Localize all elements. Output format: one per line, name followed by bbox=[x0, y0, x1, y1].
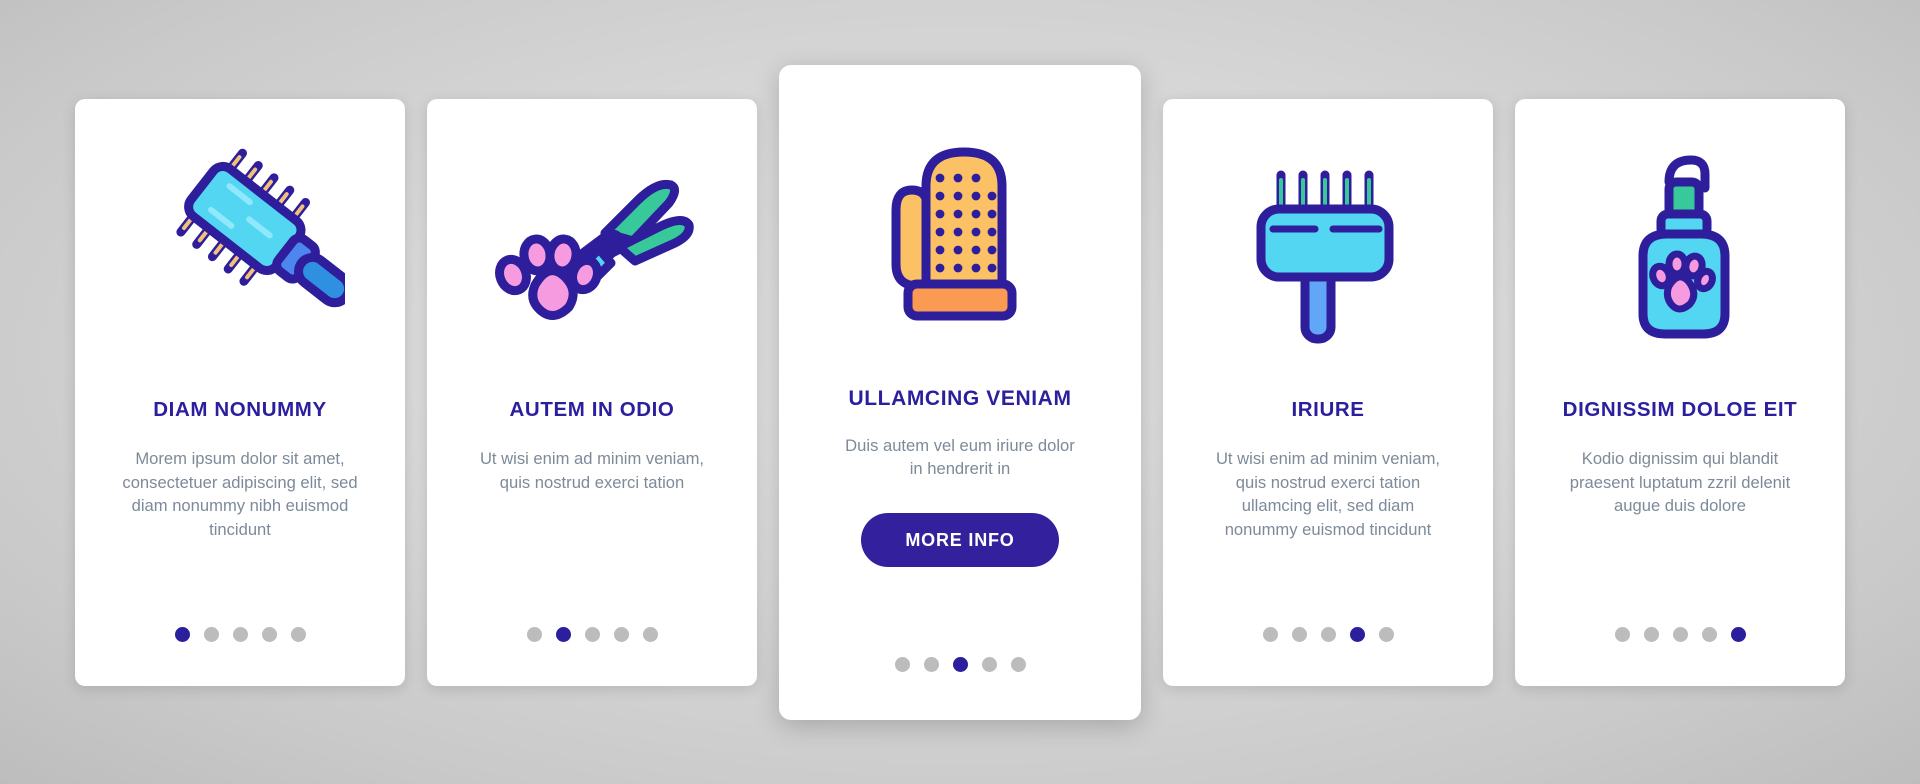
card-title: ULLAMCING VENIAM bbox=[848, 386, 1072, 410]
onboarding-card-4: IRIURE Ut wisi enim ad minim veniam, qui… bbox=[1163, 98, 1493, 686]
pet-shampoo-bottle-icon bbox=[1515, 99, 1845, 399]
pagination-dot-2[interactable] bbox=[923, 656, 939, 672]
pagination-dots bbox=[1163, 626, 1493, 642]
pagination-dot-5[interactable] bbox=[1378, 626, 1394, 642]
pagination-dot-5[interactable] bbox=[1010, 656, 1026, 672]
onboarding-card-3: ULLAMCING VENIAM Duis autem vel eum iriu… bbox=[779, 64, 1141, 720]
pagination-dot-3[interactable] bbox=[1320, 626, 1336, 642]
pagination-dot-4[interactable] bbox=[261, 626, 277, 642]
onboarding-card-row: DIAM NONUMMY Morem ipsum dolor sit amet,… bbox=[0, 0, 1920, 784]
onboarding-card-1: DIAM NONUMMY Morem ipsum dolor sit amet,… bbox=[75, 98, 405, 686]
onboarding-card-2: AUTEM IN ODIO Ut wisi enim ad minim veni… bbox=[427, 98, 757, 686]
pagination-dot-1[interactable] bbox=[1262, 626, 1278, 642]
pagination-dot-3[interactable] bbox=[1672, 626, 1688, 642]
pagination-dot-2[interactable] bbox=[1291, 626, 1307, 642]
pagination-dot-2[interactable] bbox=[555, 626, 571, 642]
pagination-dots bbox=[75, 626, 405, 642]
pagination-dot-5[interactable] bbox=[642, 626, 658, 642]
pagination-dot-5[interactable] bbox=[1730, 626, 1746, 642]
pet-rake-comb-icon bbox=[1163, 99, 1493, 399]
card-body: Ut wisi enim ad minim veniam, quis nostr… bbox=[1215, 449, 1441, 540]
pagination-dot-4[interactable] bbox=[1701, 626, 1717, 642]
pet-slicker-brush-icon bbox=[75, 99, 405, 399]
card-title: IRIURE bbox=[1291, 397, 1365, 421]
card-body: Duis autem vel eum iriure dolor in hendr… bbox=[845, 435, 1075, 479]
card-body: Morem ipsum dolor sit amet, consectetuer… bbox=[122, 449, 358, 540]
more-info-button[interactable]: MORE INFO bbox=[861, 513, 1059, 568]
pagination-dot-1[interactable] bbox=[526, 626, 542, 642]
pagination-dot-1[interactable] bbox=[894, 656, 910, 672]
card-title: AUTEM IN ODIO bbox=[509, 397, 675, 421]
pagination-dot-4[interactable] bbox=[981, 656, 997, 672]
pagination-dot-1[interactable] bbox=[1614, 626, 1630, 642]
pagination-dot-4[interactable] bbox=[613, 626, 629, 642]
nail-clipper-paw-icon bbox=[427, 99, 757, 399]
card-body: Kodio dignissim qui blandit praesent lup… bbox=[1569, 449, 1791, 516]
onboarding-card-5: DIGNISSIM DOLOE EIT Kodio dignissim qui … bbox=[1515, 98, 1845, 686]
pagination-dot-5[interactable] bbox=[290, 626, 306, 642]
grooming-glove-icon bbox=[779, 65, 1141, 387]
pagination-dots bbox=[1515, 626, 1845, 642]
pagination-dots bbox=[427, 626, 757, 642]
pagination-dot-2[interactable] bbox=[1643, 626, 1659, 642]
pagination-dot-3[interactable] bbox=[232, 626, 248, 642]
card-title: DIAM NONUMMY bbox=[153, 397, 327, 421]
pagination-dot-3[interactable] bbox=[952, 656, 968, 672]
card-title: DIGNISSIM DOLOE EIT bbox=[1562, 397, 1798, 421]
pagination-dot-1[interactable] bbox=[174, 626, 190, 642]
pagination-dot-4[interactable] bbox=[1349, 626, 1365, 642]
card-body: Ut wisi enim ad minim veniam, quis nostr… bbox=[479, 449, 705, 492]
pagination-dot-3[interactable] bbox=[584, 626, 600, 642]
pagination-dot-2[interactable] bbox=[203, 626, 219, 642]
pagination-dots bbox=[779, 656, 1141, 672]
